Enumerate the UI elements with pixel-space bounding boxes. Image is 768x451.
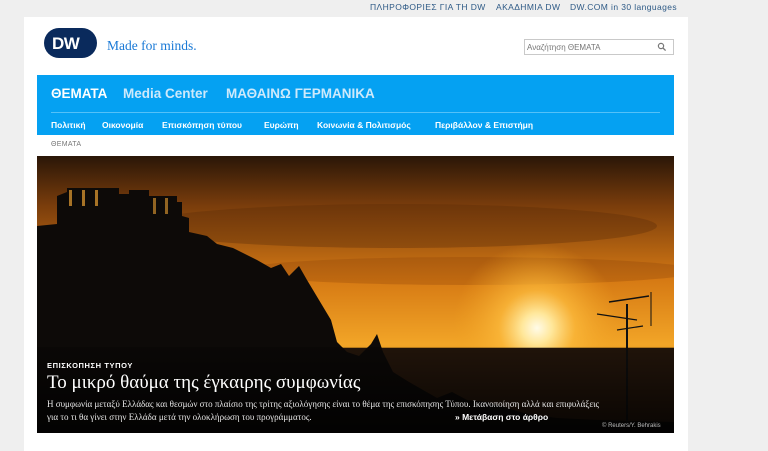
nav-item-press-review[interactable]: Επισκόπηση τύπου <box>162 120 242 130</box>
read-more-link[interactable]: » Μετάβαση στο άρθρο <box>455 412 548 422</box>
nav-item-environment-science[interactable]: Περιβάλλον & Επιστήμη <box>435 120 533 130</box>
top-links-bar: ΠΛΗΡΟΦΟΡΙΕΣ ΓΙΑ ΤΗ DW ΑΚΑΔΗΜΙΑ DW DW.COM… <box>38 0 677 15</box>
nav-item-society-culture[interactable]: Κοινωνία & Πολιτισμός <box>317 120 411 130</box>
top-link-languages[interactable]: DW.COM in 30 languages <box>570 2 677 12</box>
nav-tab-learn-german[interactable]: ΜΑΘΑΙΝΩ ΓΕΡΜΑΝΙΚΑ <box>226 86 375 101</box>
nav-divider <box>51 112 660 113</box>
hero-kicker[interactable]: ΕΠΙΣΚΟΠΗΣΗ ΤΥΠΟΥ <box>47 361 133 370</box>
logo-text: DW <box>52 34 80 53</box>
dw-logo[interactable]: DW <box>44 28 97 58</box>
nav-item-economy[interactable]: Οικονομία <box>102 120 143 130</box>
main-navigation: ΘΕΜΑΤΑ Media Center ΜΑΘΑΙΝΩ ΓΕΡΜΑΝΙΚΑ Πο… <box>37 75 674 135</box>
nav-item-europe[interactable]: Ευρώπη <box>264 120 299 130</box>
nav-tab-themata[interactable]: ΘΕΜΑΤΑ <box>51 86 107 101</box>
breadcrumb[interactable]: ΘΕΜΑΤΑ <box>51 141 81 148</box>
search-input[interactable] <box>527 40 655 54</box>
nav-item-politics[interactable]: Πολιτική <box>51 120 86 130</box>
logo-tagline: Made for minds. <box>107 38 197 53</box>
top-link-dw-academy[interactable]: ΑΚΑΔΗΜΙΑ DW <box>496 2 560 12</box>
hero-headline[interactable]: Το μικρό θαύμα της έγκαιρης συμφωνίας <box>47 372 360 394</box>
page-container: DW Made for minds. ΘΕΜΑΤΑ Media Center Μ… <box>24 17 688 451</box>
search-icon[interactable] <box>657 42 667 52</box>
hero-teaser[interactable]: ΕΠΙΣΚΟΠΗΣΗ ΤΥΠΟΥ Το μικρό θαύμα της έγκα… <box>37 156 674 433</box>
photo-credit: © Reuters/Y. Behrakis <box>602 423 661 429</box>
nav-tab-media-center[interactable]: Media Center <box>123 86 208 101</box>
top-link-about-dw[interactable]: ΠΛΗΡΟΦΟΡΙΕΣ ΓΙΑ ΤΗ DW <box>370 2 486 12</box>
search-box[interactable] <box>524 39 674 55</box>
